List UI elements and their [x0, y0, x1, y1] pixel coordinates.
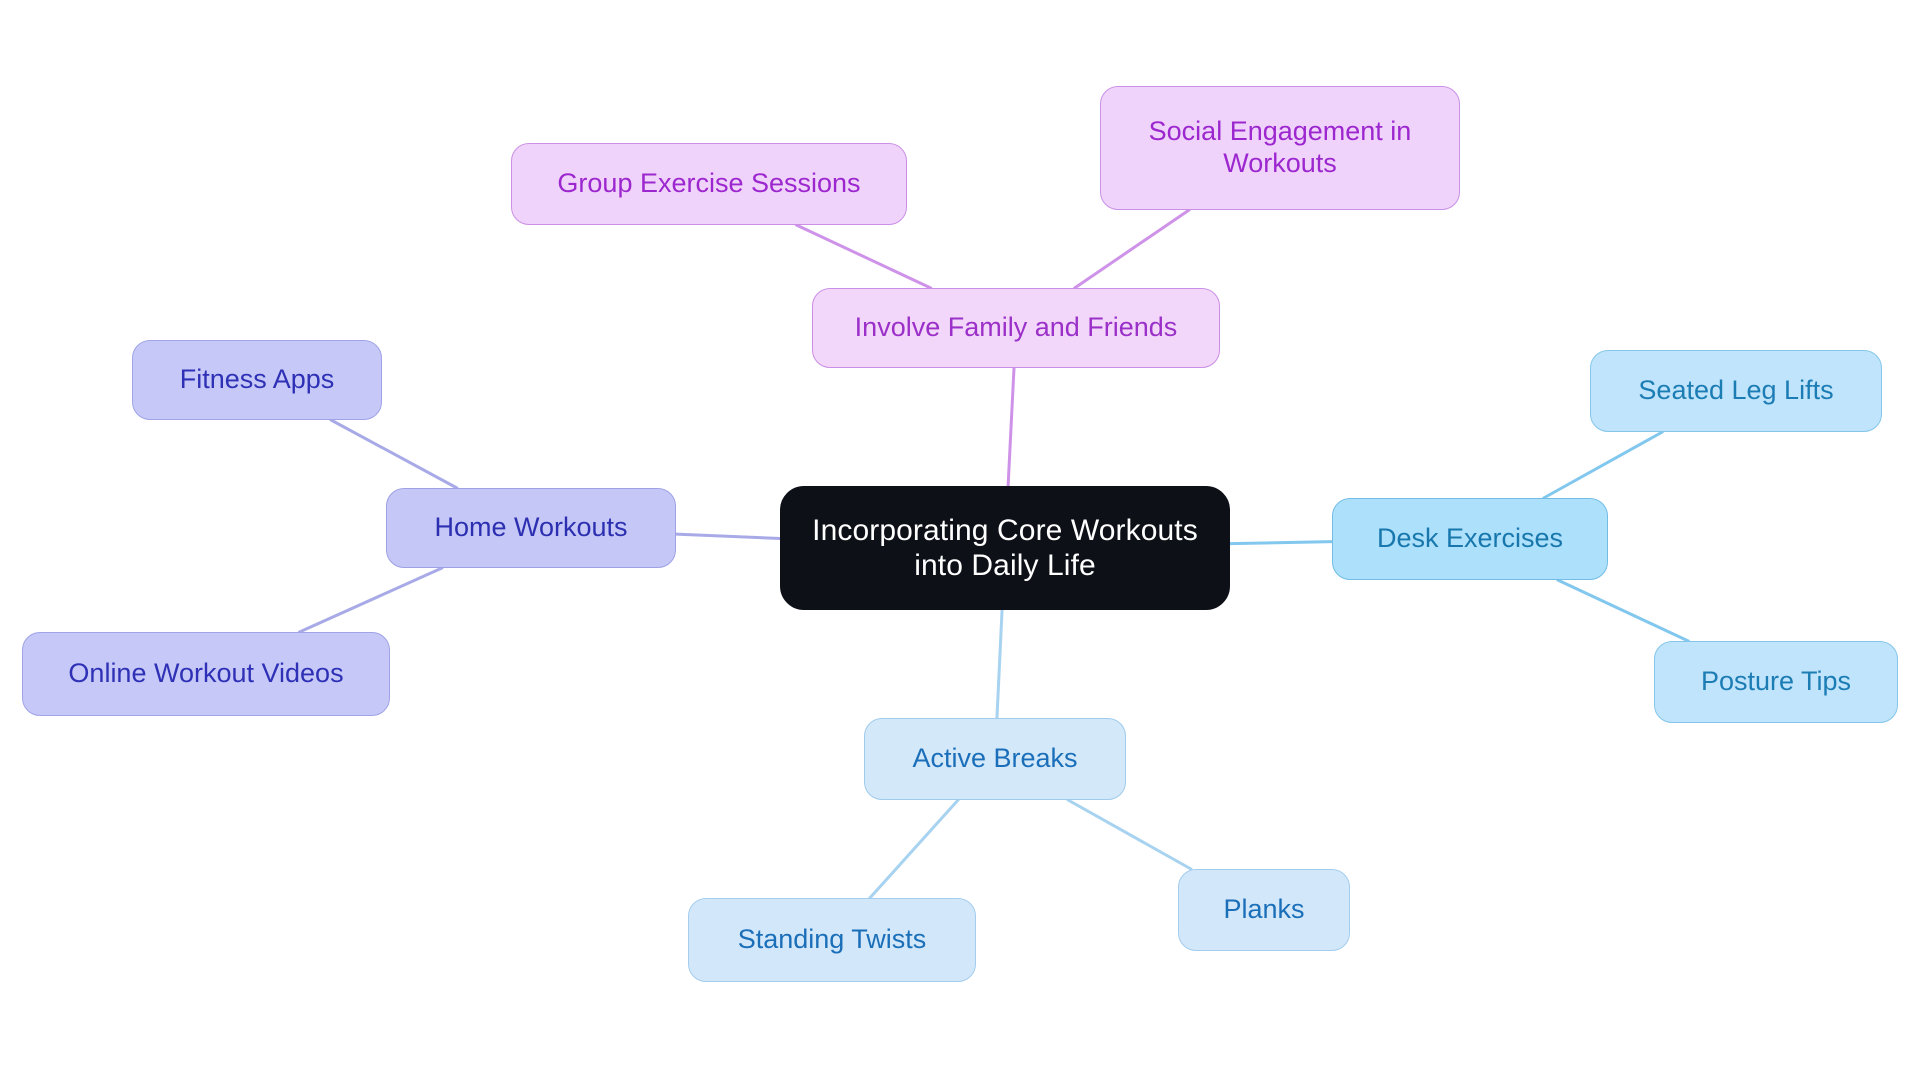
- connector-root-to-desk-exercises: [1228, 540, 1334, 546]
- connector-involve-family-and-friends-to-group-exercise-sessions: [794, 223, 933, 290]
- leaf-node-posture-tips[interactable]: Posture Tips: [1654, 641, 1898, 723]
- connector-home-workouts-to-online-workout-videos: [297, 566, 444, 634]
- leaf-node-social-engagement-in-workouts[interactable]: Social Engagement in Workouts: [1100, 86, 1460, 210]
- branch-node-home-workouts[interactable]: Home Workouts: [386, 488, 676, 568]
- connector-root-to-involve-family-and-friends: [1006, 366, 1016, 488]
- connector-root-to-active-breaks: [995, 608, 1004, 720]
- branch-node-active-breaks[interactable]: Active Breaks: [864, 718, 1126, 800]
- leaf-node-social-engagement-in-workouts-label: Social Engagement in Workouts: [1148, 116, 1412, 178]
- leaf-node-online-workout-videos-label: Online Workout Videos: [68, 658, 344, 689]
- connector-active-breaks-to-standing-twists: [868, 798, 960, 900]
- connector-active-breaks-to-planks: [1066, 798, 1193, 871]
- branch-node-desk-exercises[interactable]: Desk Exercises: [1332, 498, 1608, 580]
- leaf-node-planks[interactable]: Planks: [1178, 869, 1350, 951]
- leaf-node-fitness-apps-label: Fitness Apps: [179, 364, 335, 395]
- branch-node-involve-family-and-friends[interactable]: Involve Family and Friends: [812, 288, 1220, 368]
- branch-node-desk-exercises-label: Desk Exercises: [1376, 523, 1564, 554]
- leaf-node-fitness-apps[interactable]: Fitness Apps: [132, 340, 382, 420]
- central-topic-node-label: Incorporating Core Workouts into Daily L…: [812, 513, 1198, 582]
- central-topic-node[interactable]: Incorporating Core Workouts into Daily L…: [780, 486, 1230, 610]
- connector-desk-exercises-to-posture-tips: [1556, 578, 1690, 643]
- branch-node-home-workouts-label: Home Workouts: [434, 512, 628, 543]
- leaf-node-seated-leg-lifts[interactable]: Seated Leg Lifts: [1590, 350, 1882, 432]
- leaf-node-standing-twists-label: Standing Twists: [737, 924, 927, 955]
- connector-desk-exercises-to-seated-leg-lifts: [1542, 430, 1664, 500]
- branch-node-involve-family-and-friends-label: Involve Family and Friends: [854, 312, 1178, 343]
- leaf-node-standing-twists[interactable]: Standing Twists: [688, 898, 976, 982]
- connector-involve-family-and-friends-to-social-engagement-in-workouts: [1073, 208, 1191, 290]
- leaf-node-group-exercise-sessions[interactable]: Group Exercise Sessions: [511, 143, 907, 225]
- connector-home-workouts-to-fitness-apps: [329, 418, 459, 490]
- leaf-node-group-exercise-sessions-label: Group Exercise Sessions: [557, 168, 861, 199]
- branch-node-active-breaks-label: Active Breaks: [912, 743, 1078, 774]
- connector-root-to-home-workouts: [674, 532, 782, 541]
- leaf-node-planks-label: Planks: [1223, 894, 1305, 925]
- mindmap-canvas: Incorporating Core Workouts into Daily L…: [0, 0, 1920, 1083]
- leaf-node-posture-tips-label: Posture Tips: [1700, 666, 1852, 697]
- leaf-node-online-workout-videos[interactable]: Online Workout Videos: [22, 632, 390, 716]
- leaf-node-seated-leg-lifts-label: Seated Leg Lifts: [1638, 375, 1834, 406]
